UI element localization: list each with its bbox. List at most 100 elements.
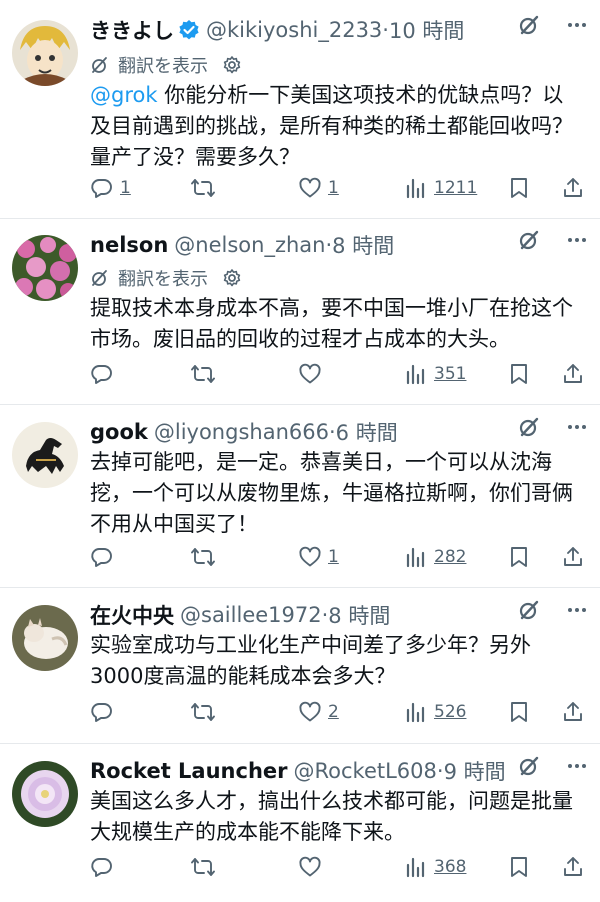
view-count: 351 xyxy=(434,364,467,384)
views-button[interactable]: 526 xyxy=(404,696,466,728)
bookmark-icon[interactable] xyxy=(508,172,530,204)
handle[interactable]: @kikiyoshi_2233 xyxy=(206,18,382,42)
handle[interactable]: @RocketL608 xyxy=(294,759,437,783)
avatar[interactable] xyxy=(12,761,78,827)
separator: · xyxy=(382,18,389,42)
grok-icon[interactable] xyxy=(518,755,540,777)
gear-icon[interactable] xyxy=(222,268,242,288)
display-name[interactable]: Rocket Launcher xyxy=(90,759,288,783)
action-bar: 368 xyxy=(90,851,590,883)
avatar[interactable] xyxy=(12,605,78,671)
like-count: 1 xyxy=(328,178,339,198)
post[interactable]: ききよし @kikiyoshi_2233 · 10 時間 翻訳を表示 @grok… xyxy=(0,12,600,208)
retweet-button[interactable] xyxy=(190,851,222,883)
avatar[interactable] xyxy=(12,422,78,488)
reply-button[interactable] xyxy=(90,851,120,883)
divider xyxy=(0,404,600,405)
mention-link[interactable]: @grok xyxy=(90,83,158,107)
translate-icon xyxy=(90,268,110,288)
post-text: 提取技术本身成本不高，要不中国一堆小厂在抢这个市场。废旧品的回收的过程才占成本的… xyxy=(90,296,573,351)
divider xyxy=(0,218,600,219)
grok-icon[interactable] xyxy=(518,229,540,251)
post-text: 美国这么多人才，搞出什么技术都可能，问题是批量大规模生产的成本能不能降下来。 xyxy=(90,789,573,844)
post-text: @grok 你能分析一下美国这项技术的优缺点吗？以及目前遇到的挑战，是所有种类的… xyxy=(90,80,580,173)
view-count: 282 xyxy=(434,547,467,567)
gear-icon[interactable] xyxy=(222,55,242,75)
grok-icon[interactable] xyxy=(518,599,540,621)
views-button[interactable]: 368 xyxy=(404,851,466,883)
retweet-button[interactable] xyxy=(190,696,222,728)
reply-count: 1 xyxy=(120,178,131,198)
like-button[interactable]: 1 xyxy=(298,172,339,204)
handle[interactable]: @liyongshan666 xyxy=(154,420,329,444)
translate-icon xyxy=(90,55,110,75)
display-name[interactable]: 在火中央 xyxy=(90,600,174,630)
post[interactable]: 在火中央 @saillee1972 · 8 時間 实验室成功与工业化生产中间差了… xyxy=(0,597,600,737)
view-count: 1211 xyxy=(434,178,478,198)
retweet-button[interactable] xyxy=(190,358,222,390)
separator: · xyxy=(325,233,333,257)
handle[interactable]: @saillee1972 xyxy=(180,603,322,627)
action-bar: 1 282 xyxy=(90,541,590,573)
views-button[interactable]: 282 xyxy=(404,541,466,573)
like-button[interactable] xyxy=(298,358,328,390)
separator: · xyxy=(328,420,336,444)
post[interactable]: nelson @nelson_zhan · 8 時間 翻訳を表示 提取技术本身成… xyxy=(0,227,600,399)
bookmark-icon[interactable] xyxy=(508,358,530,390)
timestamp[interactable]: 10 時間 xyxy=(389,15,464,45)
post[interactable]: gook @liyongshan666 · 6 時間 去掉可能吧，是一定。恭喜美… xyxy=(0,414,600,584)
post-text: 去掉可能吧，是一定。恭喜美日，一个可以从沈海挖，一个可以从废物里炼，牛逼格拉斯啊… xyxy=(90,450,573,536)
timestamp[interactable]: 9 時間 xyxy=(444,756,506,786)
action-bar: 351 xyxy=(90,358,590,390)
view-count: 526 xyxy=(434,702,467,722)
retweet-button[interactable] xyxy=(190,541,222,573)
divider xyxy=(0,743,600,744)
like-count: 2 xyxy=(328,702,339,722)
timestamp[interactable]: 6 時間 xyxy=(336,417,398,447)
timestamp[interactable]: 8 時間 xyxy=(328,600,390,630)
avatar[interactable] xyxy=(12,20,78,86)
more-icon[interactable] xyxy=(566,229,588,251)
display-name[interactable]: gook xyxy=(90,420,148,444)
timestamp[interactable]: 8 時間 xyxy=(332,230,394,260)
like-count: 1 xyxy=(328,547,339,567)
like-button[interactable]: 2 xyxy=(298,696,339,728)
reply-button[interactable] xyxy=(90,358,120,390)
reply-button[interactable]: 1 xyxy=(90,172,131,204)
views-button[interactable]: 1211 xyxy=(404,172,477,204)
more-icon[interactable] xyxy=(566,755,588,777)
avatar[interactable] xyxy=(12,235,78,301)
retweet-button[interactable] xyxy=(190,172,222,204)
show-translation-link[interactable]: 翻訳を表示 xyxy=(90,265,242,291)
bookmark-icon[interactable] xyxy=(508,541,530,573)
grok-icon[interactable] xyxy=(518,14,540,36)
share-icon[interactable] xyxy=(562,696,584,728)
reply-button[interactable] xyxy=(90,541,120,573)
verified-badge-icon xyxy=(178,19,200,41)
like-button[interactable]: 1 xyxy=(298,541,339,573)
bookmark-icon[interactable] xyxy=(508,696,530,728)
more-icon[interactable] xyxy=(566,416,588,438)
views-button[interactable]: 351 xyxy=(404,358,466,390)
share-icon[interactable] xyxy=(562,172,584,204)
share-icon[interactable] xyxy=(562,358,584,390)
display-name[interactable]: ききよし xyxy=(90,15,174,45)
post[interactable]: Rocket Launcher @RocketL608 · 9 時間 美国这么多… xyxy=(0,753,600,893)
grok-icon[interactable] xyxy=(518,416,540,438)
share-icon[interactable] xyxy=(562,541,584,573)
reply-button[interactable] xyxy=(90,696,120,728)
divider xyxy=(0,587,600,588)
bookmark-icon[interactable] xyxy=(508,851,530,883)
post-text-content: 你能分析一下美国这项技术的优缺点吗？以及目前遇到的挑战，是所有种类的稀土都能回收… xyxy=(90,83,573,169)
like-button[interactable] xyxy=(298,851,328,883)
action-bar: 2 526 xyxy=(90,696,590,728)
handle[interactable]: @nelson_zhan xyxy=(174,233,325,257)
translate-label: 翻訳を表示 xyxy=(118,269,208,290)
more-icon[interactable] xyxy=(566,599,588,621)
show-translation-link[interactable]: 翻訳を表示 xyxy=(90,52,242,78)
display-name[interactable]: nelson xyxy=(90,233,168,257)
translate-label: 翻訳を表示 xyxy=(118,56,208,77)
more-icon[interactable] xyxy=(566,14,588,36)
action-bar: 1 1 1211 xyxy=(90,172,590,204)
share-icon[interactable] xyxy=(562,851,584,883)
